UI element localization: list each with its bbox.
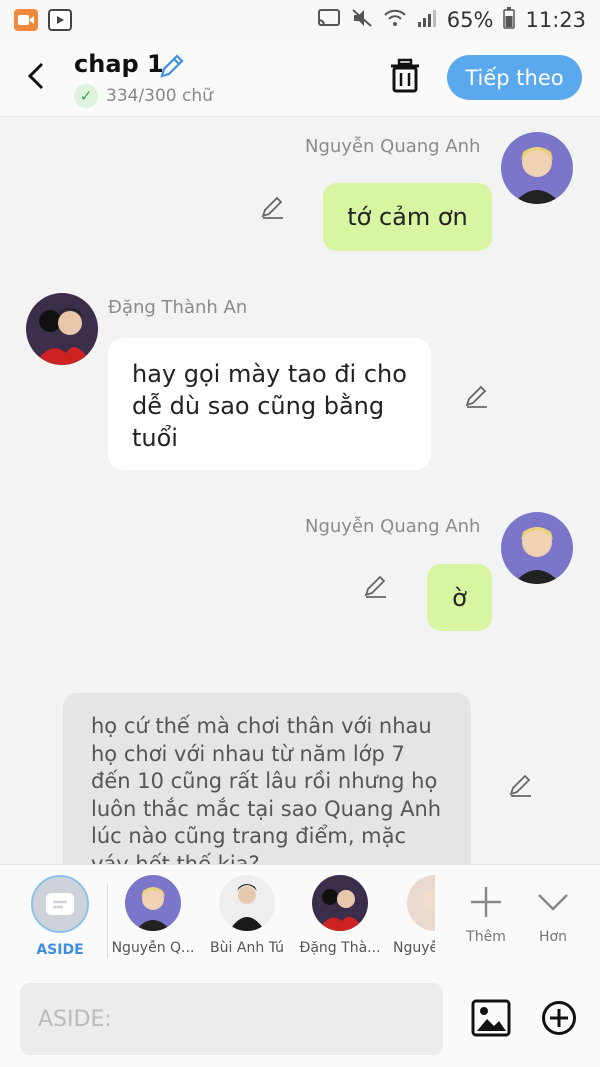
word-count: 334/300 chữ [106, 86, 213, 106]
video-app-icon [48, 9, 72, 31]
edit-message-icon[interactable] [260, 194, 286, 220]
character-label: ASIDE [36, 942, 84, 958]
message-bubble[interactable]: tớ cảm ơn [323, 183, 492, 251]
more-button[interactable]: Hơn [521, 875, 585, 945]
character-label: Đặng Thà... [299, 940, 381, 956]
aside-icon [31, 875, 89, 933]
status-bar: 65% 11:23 [0, 0, 600, 40]
signal-icon [417, 8, 437, 33]
character-nguyen-partial[interactable]: Nguyễ [393, 875, 435, 956]
edit-message-icon[interactable] [464, 383, 490, 409]
back-button[interactable] [22, 60, 52, 92]
character-label: Nguyễ [393, 940, 435, 956]
character-label: Bùi Anh Tú [210, 940, 284, 956]
character-selector: ASIDE Nguyễn Q... Bùi Anh Tú Đặng Thà...… [0, 864, 600, 972]
cast-icon [317, 8, 341, 33]
clock: 11:23 [525, 8, 586, 32]
editor-header: chap 1 ✓ 334/300 chữ Tiếp theo [0, 40, 600, 117]
camera-app-icon [14, 9, 38, 31]
avatar-nguyen-quang-anh[interactable] [501, 132, 573, 204]
add-character-button[interactable]: Thêm [454, 875, 518, 945]
character-aside[interactable]: ASIDE [15, 875, 105, 958]
add-circle-icon[interactable] [541, 1000, 577, 1040]
input-bar: ASIDE: [0, 971, 600, 1067]
sender-name: Nguyễn Quang Anh [305, 516, 481, 537]
mute-icon [351, 8, 373, 33]
image-icon[interactable] [471, 999, 511, 1041]
add-label: Thêm [466, 929, 506, 945]
next-button[interactable]: Tiếp theo [447, 55, 582, 100]
edit-message-icon[interactable] [508, 772, 534, 798]
edit-title-icon[interactable] [158, 52, 186, 84]
check-icon: ✓ [74, 84, 98, 108]
delete-button[interactable] [388, 58, 422, 98]
character-nguyen-quang-anh[interactable]: Nguyễn Q... [108, 875, 198, 956]
character-dang-thanh-an[interactable]: Đặng Thà... [295, 875, 385, 956]
battery-percent: 65% [446, 8, 494, 32]
wifi-icon [383, 8, 407, 33]
chat-area[interactable]: Nguyễn Quang Anh tớ cảm ơn Đặng Thành An… [0, 116, 600, 864]
avatar [407, 875, 435, 931]
chevron-down-icon [521, 875, 585, 929]
plus-icon [454, 875, 518, 929]
message-input[interactable]: ASIDE: [20, 983, 443, 1055]
character-label: Nguyễn Q... [111, 940, 195, 956]
chapter-title: chap 1 [74, 50, 164, 78]
more-label: Hơn [539, 929, 567, 945]
avatar-nguyen-quang-anh[interactable] [501, 512, 573, 584]
character-bui-anh-tu[interactable]: Bùi Anh Tú [202, 875, 292, 956]
avatar [312, 875, 368, 931]
avatar-dang-thanh-an[interactable] [26, 293, 98, 365]
avatar [219, 875, 275, 931]
message-bubble[interactable]: ờ [427, 564, 492, 631]
edit-message-icon[interactable] [363, 573, 389, 599]
message-bubble[interactable]: hay gọi mày tao đi cho dễ dù sao cũng bằ… [108, 338, 431, 470]
sender-name: Nguyễn Quang Anh [305, 136, 481, 157]
aside-bubble[interactable]: họ cứ thế mà chơi thân với nhau họ chơi … [63, 693, 471, 864]
sender-name: Đặng Thành An [108, 297, 248, 318]
battery-icon [503, 6, 516, 34]
avatar [125, 875, 181, 931]
